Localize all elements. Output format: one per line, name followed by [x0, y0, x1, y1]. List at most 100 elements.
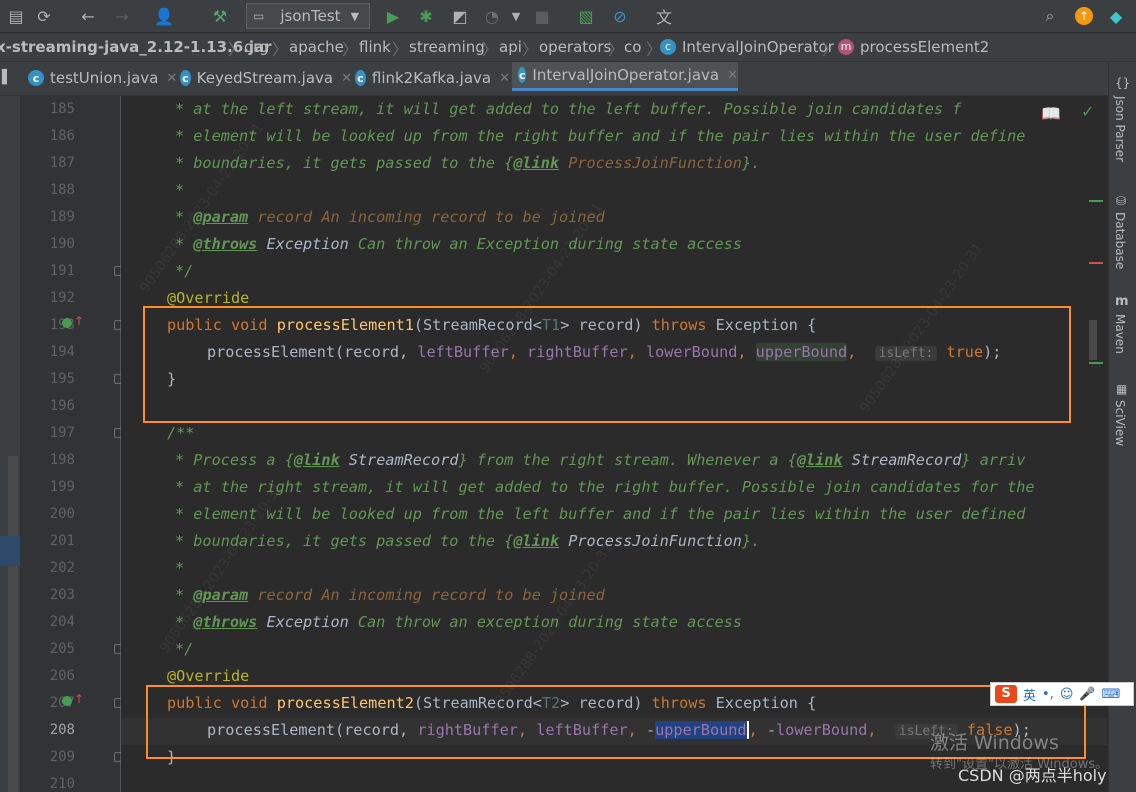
activity-monitor-icon[interactable]: ▧ [574, 4, 598, 28]
line-number: 189 [49, 209, 75, 225]
line-number: 203 [49, 587, 75, 603]
implements-method-icon[interactable] [62, 318, 72, 328]
back-arrow-icon[interactable]: ← [76, 4, 100, 28]
search-icon[interactable]: ⌕ [1038, 4, 1062, 28]
profile-icon[interactable]: ◔ [480, 4, 504, 28]
code-line-190[interactable]: * @throws Exception Can throw an Excepti… [175, 235, 742, 253]
line-number: 206 [49, 668, 75, 684]
method-icon: m [838, 39, 854, 55]
breadcrumb: x-streaming-java_2.12-1.13.6.jar 〉 org 〉… [0, 33, 1136, 62]
user-icon[interactable]: 👤 [152, 4, 176, 28]
up-arrow-icon[interactable]: ↑ [74, 692, 84, 706]
csdn-watermark: CSDN @两点半holy [958, 766, 1107, 785]
inspection-check-icon[interactable]: ✓ [1081, 102, 1094, 121]
translate-icon[interactable]: 文 [652, 4, 676, 28]
main-toolbar: ▤ ⟳ ← → 👤 ⚒ ▭ jsonTest ▼ ▶ ✱ ◩ ◔ ▼ ■ ▧ ⊘… [0, 0, 1136, 33]
forward-arrow-icon[interactable]: → [110, 4, 134, 28]
punctuation-icon[interactable]: •, [1042, 687, 1054, 702]
class-icon: c [660, 39, 676, 55]
build-hammer-icon[interactable]: ⚒ [208, 4, 232, 28]
breadcrumb-co[interactable]: co [624, 38, 641, 56]
run-icon[interactable]: ▶ [381, 4, 405, 28]
emoji-icon[interactable]: ☺ [1060, 687, 1074, 702]
code-line-206[interactable]: @Override [167, 667, 249, 685]
code-line-202[interactable]: * [175, 559, 184, 577]
breadcrumb-apache[interactable]: apache [289, 38, 344, 56]
stop-icon[interactable]: ■ [530, 4, 554, 28]
run-configuration-select[interactable]: ▭ jsonTest ▼ [246, 3, 370, 29]
code-line-186[interactable]: * element will be looked up from the rig… [175, 127, 1025, 145]
class-icon: c [180, 70, 191, 86]
tab-flink2kafka[interactable]: c flink2Kafka.java ✕ [355, 62, 510, 94]
editor-scrollbar-thumb[interactable] [1089, 320, 1097, 360]
breadcrumb-separator: 〉 [342, 40, 359, 59]
line-number: 194 [49, 344, 75, 360]
breadcrumb-org[interactable]: org [244, 38, 269, 56]
breadcrumb-flink[interactable]: flink [359, 38, 391, 56]
line-number: 197 [49, 425, 75, 441]
save-all-icon[interactable]: ▤ [4, 4, 28, 28]
sync-icon[interactable]: ⟳ [32, 4, 56, 28]
tab-label: KeyedStream.java [196, 69, 334, 87]
line-number: 199 [49, 479, 75, 495]
code-line-199[interactable]: * at the right stream, it will get added… [175, 478, 1035, 496]
tab-intervaljoinoperator[interactable]: c IntervalJoinOperator.java ✕ [512, 62, 738, 91]
sogou-logo-icon: S [995, 685, 1017, 703]
class-icon: c [355, 70, 366, 86]
code-line-201[interactable]: * boundaries, it gets passed to the {@li… [175, 532, 760, 550]
code-line-197[interactable]: /** [167, 424, 194, 442]
update-icon[interactable]: ↑ [1072, 4, 1096, 28]
line-number: 208 [49, 722, 75, 738]
breadcrumb-operators[interactable]: operators [539, 38, 611, 56]
code-line-204[interactable]: * @throws Exception Can throw an excepti… [175, 613, 742, 631]
run-config-label: jsonTest [280, 7, 341, 25]
debug-icon[interactable]: ✱ [414, 4, 438, 28]
tab-testunion[interactable]: c testUnion.java ✕ [28, 62, 178, 94]
breadcrumb-method[interactable]: m processElement2 [838, 38, 989, 56]
sciview-icon: ▦ [1116, 382, 1128, 396]
code-line-191[interactable]: */ [175, 262, 193, 280]
code-line-188[interactable]: * [175, 181, 184, 199]
up-arrow-icon[interactable]: ↑ [74, 314, 84, 328]
line-number: 185 [49, 101, 75, 117]
tool-tab-sciview[interactable]: SciView [1113, 400, 1127, 446]
coverage-icon[interactable]: ◩ [448, 4, 472, 28]
close-icon[interactable]: ✕ [727, 68, 738, 83]
project-tab-fragment[interactable]: ▌ [2, 70, 12, 85]
tool-tab-json-parser[interactable]: Json Parser [1113, 96, 1127, 162]
left-tool-strip [0, 96, 20, 792]
code-line-187[interactable]: * boundaries, it gets passed to the {@li… [175, 154, 760, 172]
left-scroll-indicator[interactable] [8, 456, 18, 792]
close-icon[interactable]: ✕ [499, 71, 510, 86]
breadcrumb-api[interactable]: api [499, 38, 522, 56]
reader-mode-book-icon[interactable]: 📖 [1041, 104, 1061, 123]
microphone-icon[interactable]: 🎤 [1079, 687, 1095, 702]
error-marker [1089, 262, 1103, 264]
no-entry-icon[interactable]: ⊘ [608, 4, 632, 28]
code-line-192[interactable]: @Override [167, 289, 249, 307]
breadcrumb-streaming[interactable]: streaming [409, 38, 485, 56]
tool-tab-maven[interactable]: Maven [1113, 314, 1127, 354]
tab-keyedstream[interactable]: c KeyedStream.java ✕ [180, 62, 352, 94]
breadcrumb-class[interactable]: c IntervalJoinOperator [660, 38, 834, 56]
ime-toolbar[interactable]: S 英 •, ☺ 🎤 ⌨ [990, 682, 1134, 706]
code-line-198[interactable]: * Process a {@link StreamRecord} from th… [175, 451, 1025, 469]
chevron-down-icon[interactable]: ▼ [504, 4, 528, 28]
tool-tab-database[interactable]: Database [1113, 212, 1127, 269]
change-marker [1089, 200, 1103, 202]
keyboard-icon[interactable]: ⌨ [1102, 687, 1121, 702]
ime-lang-label[interactable]: 英 [1023, 685, 1036, 704]
implements-method-icon[interactable] [62, 696, 72, 706]
class-icon: c [28, 70, 44, 86]
close-icon[interactable]: ✕ [166, 71, 177, 86]
plugin-icon[interactable]: ◆ [1104, 4, 1128, 28]
close-icon[interactable]: ✕ [341, 71, 352, 86]
braces-icon: {} [1115, 76, 1131, 90]
line-number: 200 [49, 506, 75, 522]
left-selection-marker [0, 536, 20, 566]
code-line-189[interactable]: * @param record An incoming record to be… [175, 208, 605, 226]
code-line-185[interactable]: * at the left stream, it will get added … [175, 100, 961, 118]
code-line-203[interactable]: * @param record An incoming record to be… [175, 586, 605, 604]
code-line-200[interactable]: * element will be looked up from the lef… [175, 505, 1025, 523]
line-number: 191 [49, 263, 75, 279]
